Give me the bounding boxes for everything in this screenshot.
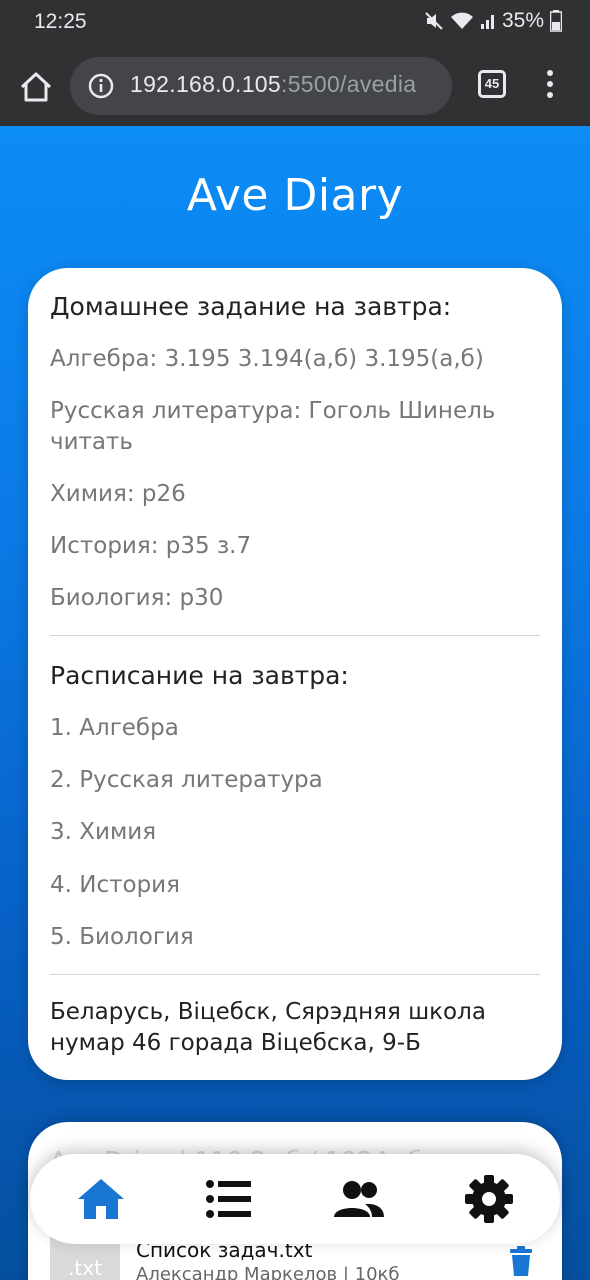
- wifi-icon: [450, 12, 473, 29]
- mute-icon: [425, 12, 443, 30]
- home-icon[interactable]: [16, 67, 56, 107]
- tab-switcher-button[interactable]: 45: [478, 70, 506, 98]
- diary-card: Домашнее задание на завтра: Алгебра: 3.1…: [28, 268, 562, 1080]
- homework-item: Биология: р30: [50, 585, 224, 611]
- page-content: Ave Diary Домашнее задание на завтра: Ал…: [0, 126, 590, 1280]
- schedule-item: 1. Алгебра: [50, 715, 179, 741]
- url-text[interactable]: 192.168.0.105:5500/avedia: [130, 71, 416, 98]
- url-path: :5500/avedia: [281, 71, 417, 97]
- schedule-item: 3. Химия: [50, 819, 157, 845]
- trash-icon[interactable]: [508, 1246, 534, 1276]
- schedule-item: 5. Биология: [50, 924, 194, 950]
- status-bar: 12:25 35%: [0, 0, 590, 48]
- nav-settings-button[interactable]: [462, 1172, 516, 1226]
- homework-item: Русская литература: Гоголь Шинель читать: [50, 398, 496, 455]
- gear-icon: [465, 1175, 513, 1223]
- nav-people-button[interactable]: [332, 1172, 386, 1226]
- battery-percent: 35%: [501, 9, 544, 32]
- list-icon: [206, 1180, 251, 1218]
- divider: [50, 974, 540, 975]
- homework-item: История: р35 з.7: [50, 533, 252, 559]
- school-info: Беларусь, Віцебск, Сярэдняя школа нумар …: [50, 999, 486, 1056]
- url-host: 192.168.0.105: [130, 71, 281, 97]
- nav-list-button[interactable]: [202, 1172, 256, 1226]
- homework-item: Алгебра: 3.195 3.194(а,б) 3.195(а,б): [50, 346, 484, 372]
- status-time: 12:25: [34, 10, 87, 33]
- file-meta: Александр Маркелов | 10кб: [136, 1264, 400, 1280]
- home-icon: [78, 1179, 124, 1219]
- browser-menu-icon[interactable]: [540, 68, 560, 104]
- schedule-item: 2. Русская литература: [50, 767, 323, 793]
- divider: [50, 635, 540, 636]
- battery-icon: [550, 10, 562, 32]
- homework-item: Химия: р26: [50, 481, 186, 507]
- bottom-nav: [30, 1154, 560, 1244]
- browser-toolbar: 192.168.0.105:5500/avedia 45: [0, 48, 590, 126]
- signal-icon: [480, 15, 494, 29]
- address-bar[interactable]: 192.168.0.105:5500/avedia: [70, 57, 452, 115]
- status-icons: 35%: [424, 9, 562, 33]
- nav-home-button[interactable]: [74, 1172, 128, 1226]
- people-icon: [334, 1181, 384, 1217]
- app-title: Ave Diary: [186, 170, 404, 221]
- homework-title: Домашнее задание на завтра:: [50, 292, 452, 321]
- schedule-title: Расписание на завтра:: [50, 661, 349, 690]
- info-icon[interactable]: [88, 73, 114, 99]
- schedule-item: 4. История: [50, 872, 180, 898]
